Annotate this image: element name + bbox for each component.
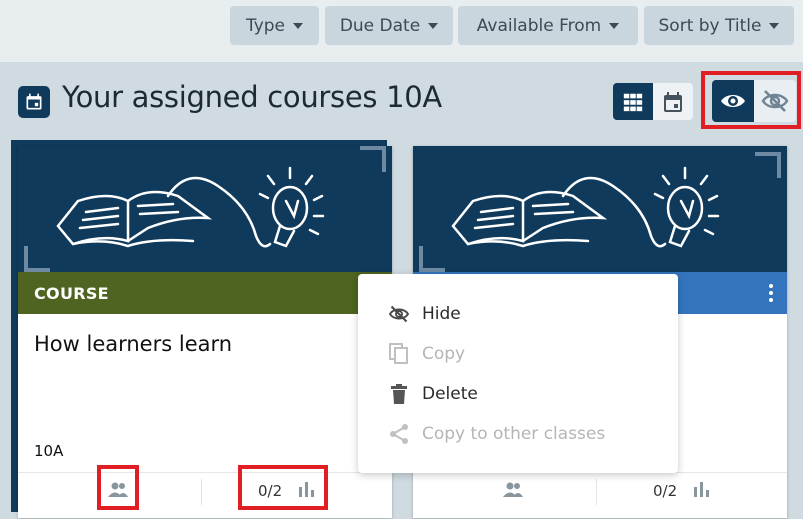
available-from-filter-label: Available From bbox=[476, 15, 602, 36]
grid-view-icon bbox=[623, 93, 643, 111]
sort-by-title-button[interactable]: Sort by Title bbox=[644, 6, 794, 45]
page-title-text: Your assigned courses bbox=[62, 80, 378, 114]
filter-bar: Type Due Date Available From Sort by Tit… bbox=[0, 0, 803, 62]
menu-item-delete[interactable]: Delete bbox=[388, 381, 478, 407]
footer-divider bbox=[201, 479, 202, 505]
score-text: 0/2 bbox=[653, 482, 678, 500]
due-date-filter-label: Due Date bbox=[339, 15, 421, 36]
book-lightbulb-illustration bbox=[56, 166, 325, 248]
context-menu: Hide Copy Delete Copy to other classes bbox=[358, 274, 678, 473]
page-title: Your assigned courses 10A bbox=[62, 80, 442, 114]
people-icon bbox=[503, 482, 523, 497]
due-date-filter-button[interactable]: Due Date bbox=[325, 6, 453, 45]
visibility-toggle-highlight bbox=[701, 71, 801, 129]
card-banner-image bbox=[18, 146, 392, 272]
card-type-label: COURSE bbox=[34, 283, 109, 303]
share-icon bbox=[388, 423, 410, 445]
menu-item-delete-label: Delete bbox=[422, 384, 478, 404]
page-title-class: 10A bbox=[386, 80, 442, 114]
corner-decoration bbox=[360, 146, 386, 172]
chevron-down-icon bbox=[428, 22, 439, 29]
calendar-view-button[interactable] bbox=[653, 83, 693, 120]
card-footer: 0/2 bbox=[18, 472, 392, 518]
available-from-filter-button[interactable]: Available From bbox=[458, 6, 638, 45]
trash-icon bbox=[388, 383, 410, 405]
chevron-down-icon bbox=[609, 22, 620, 29]
copy-icon bbox=[388, 343, 410, 365]
students-highlight bbox=[97, 465, 139, 510]
grid-view-button[interactable] bbox=[613, 83, 653, 120]
card-footer: 0/2 bbox=[413, 472, 787, 518]
menu-item-copy-to-other-classes[interactable]: Copy to other classes bbox=[388, 421, 605, 447]
bar-chart-icon bbox=[694, 482, 709, 497]
type-filter-label: Type bbox=[245, 15, 286, 36]
calendar-view-icon bbox=[664, 91, 682, 112]
type-filter-button[interactable]: Type bbox=[230, 6, 319, 45]
students-button[interactable] bbox=[501, 481, 525, 503]
book-lightbulb-illustration bbox=[451, 166, 720, 248]
footer-divider bbox=[596, 479, 597, 505]
corner-decoration bbox=[419, 246, 445, 272]
menu-item-copy-to-other-classes-label: Copy to other classes bbox=[422, 424, 606, 444]
menu-item-hide[interactable]: Hide bbox=[388, 301, 461, 327]
card-title[interactable]: How learners learn bbox=[34, 332, 232, 356]
chevron-down-icon bbox=[293, 22, 304, 29]
calendar-icon bbox=[18, 86, 50, 118]
card-banner-image bbox=[413, 146, 787, 272]
card-type-bar: COURSE bbox=[18, 272, 392, 314]
view-toggle bbox=[613, 83, 693, 120]
corner-decoration bbox=[24, 246, 50, 272]
menu-item-hide-label: Hide bbox=[422, 304, 461, 324]
course-card[interactable]: COURSE How learners learn 10A 0/2 bbox=[18, 146, 392, 518]
results-button[interactable] bbox=[691, 479, 711, 503]
sort-by-title-label: Sort by Title bbox=[658, 15, 762, 36]
corner-decoration bbox=[755, 152, 781, 178]
menu-item-copy[interactable]: Copy bbox=[388, 341, 465, 367]
eye-off-icon bbox=[388, 303, 410, 325]
card-class: 10A bbox=[34, 442, 64, 460]
chevron-down-icon bbox=[769, 22, 780, 29]
more-vertical-icon[interactable] bbox=[761, 280, 781, 306]
results-highlight bbox=[238, 465, 328, 510]
menu-item-copy-label: Copy bbox=[422, 344, 466, 364]
